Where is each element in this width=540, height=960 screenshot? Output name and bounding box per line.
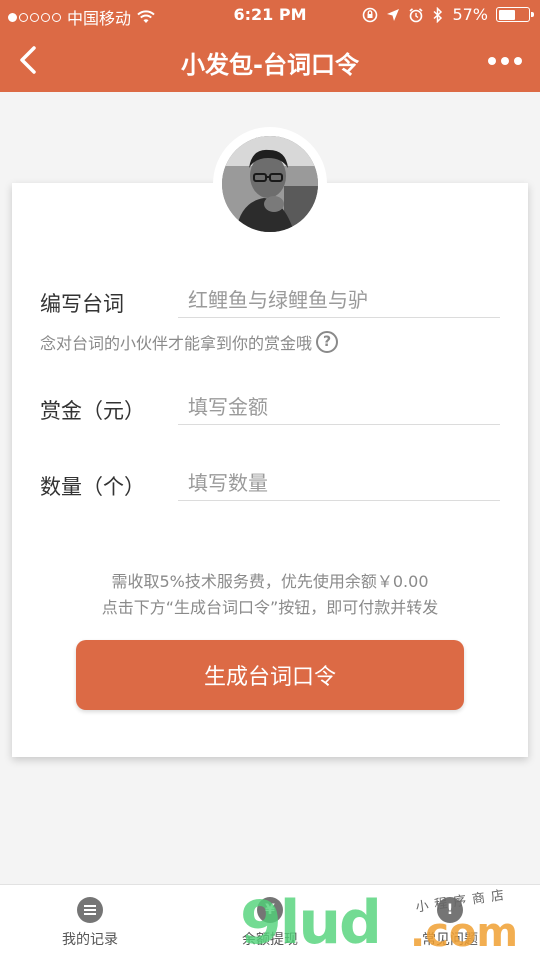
count-label: 数量（个） [40, 475, 145, 499]
tab-my-records[interactable]: 我的记录 [0, 897, 180, 949]
user-photo-icon [222, 136, 318, 232]
count-input[interactable] [178, 465, 500, 501]
red-packet-form-card: 编写台词 念对台词的小伙伴才能拿到你的赏金哦 ? 赏金（元） 数量（个） 需收取… [12, 183, 528, 757]
hint-text: 念对台词的小伙伴才能拿到你的赏金哦 [40, 334, 313, 353]
more-button[interactable] [484, 44, 526, 78]
location-icon [387, 8, 400, 21]
page-title: 小发包-台词口令 [181, 51, 359, 79]
chevron-left-icon [20, 46, 36, 74]
list-icon [77, 897, 103, 923]
status-bar: 中国移动 6:21 PM 57% [0, 0, 540, 30]
more-dot [501, 57, 509, 65]
password-hint: 念对台词的小伙伴才能拿到你的赏金哦 ? [40, 330, 339, 354]
more-dot [514, 57, 522, 65]
alarm-icon [409, 7, 423, 22]
avatar-frame [213, 127, 327, 241]
tab-withdraw-balance[interactable]: ¥ 余额提现 [180, 897, 360, 949]
password-label: 编写台词 [40, 292, 124, 316]
navigation-bar: 小发包-台词口令 [0, 30, 540, 92]
generate-password-button[interactable]: 生成台词口令 [76, 640, 464, 710]
header: 中国移动 6:21 PM 57% 小发包-台词口令 [0, 0, 540, 92]
tab-my-records-label: 我的记录 [62, 932, 118, 948]
count-row: 数量（个） [40, 465, 500, 505]
password-input[interactable] [178, 282, 500, 318]
battery-percent: 57% [452, 5, 488, 24]
bottom-tab-bar: 我的记录 ¥ 余额提现 ! 常见问题 [0, 884, 540, 960]
status-right: 57% [362, 5, 534, 24]
fee-note-line-1: 需收取5%技术服务费，优先使用余额￥0.00 [111, 572, 429, 591]
amount-label: 赏金（元） [40, 399, 145, 423]
exclamation-icon: ! [437, 897, 463, 923]
yuan-icon: ¥ [257, 897, 283, 923]
orientation-lock-icon [363, 7, 378, 22]
tab-faq[interactable]: ! 常见问题 [360, 897, 540, 949]
question-icon[interactable]: ? [316, 331, 339, 353]
tab-faq-label: 常见问题 [422, 932, 478, 948]
more-dot [488, 57, 496, 65]
password-row: 编写台词 [40, 282, 500, 322]
avatar [222, 136, 318, 232]
amount-input[interactable] [178, 389, 500, 425]
fee-note-line-2: 点击下方“生成台词口令”按钮，即可付款并转发 [101, 598, 439, 617]
amount-row: 赏金（元） [40, 389, 500, 429]
fee-notes: 需收取5%技术服务费，优先使用余额￥0.00 点击下方“生成台词口令”按钮，即可… [12, 569, 528, 621]
battery-icon [496, 7, 534, 22]
tab-withdraw-balance-label: 余额提现 [242, 932, 298, 948]
battery-level [498, 9, 516, 20]
bluetooth-icon [433, 6, 443, 23]
back-button[interactable] [10, 42, 46, 78]
